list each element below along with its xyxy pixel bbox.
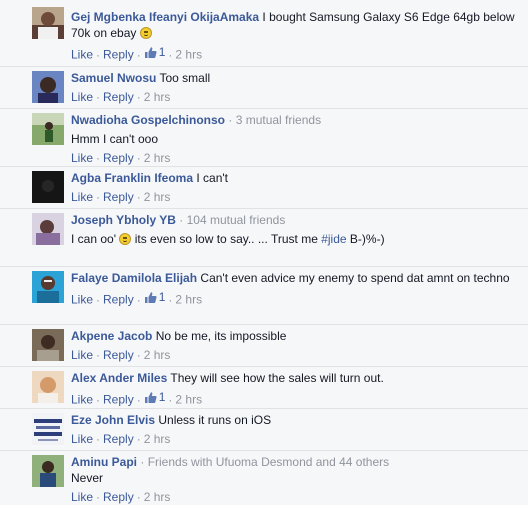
comment-actions: Like · Reply · 2 hrs (71, 432, 171, 446)
comment-actions: Like · Reply · 1 · 2 hrs (71, 289, 203, 307)
avatar[interactable] (32, 413, 64, 445)
reply-link[interactable]: Reply (103, 90, 134, 104)
reply-link[interactable]: Reply (103, 48, 134, 62)
smiley-emoji-icon (119, 233, 132, 245)
reply-link[interactable]: Reply (103, 348, 134, 362)
avatar[interactable] (32, 213, 64, 245)
comment-author[interactable]: Samuel Nwosu (71, 71, 156, 85)
comment-item: Akpene Jacob No be me, its impossible Li… (0, 324, 528, 366)
comment-author[interactable]: Falaye Damilola Elijah (71, 271, 197, 285)
like-link[interactable]: Like (71, 490, 93, 504)
comment-text-continued: its even so low to say.. ... Trust me (134, 232, 318, 246)
comment-author[interactable]: Eze John Elvis (71, 413, 155, 427)
comment-item: Eze John Elvis Unless it runs on iOS Lik… (0, 408, 528, 450)
reply-link[interactable]: Reply (103, 190, 134, 204)
like-count[interactable]: 1 (144, 44, 165, 60)
comment-author[interactable]: Nwadioha Gospelchinonso (71, 113, 225, 127)
reply-link[interactable]: Reply (103, 432, 134, 446)
comment-item: Joseph Ybholy YB · 104 mutual friends I … (0, 208, 528, 266)
comment-item: Samuel Nwosu Too small Like · Reply · 2 hrs (0, 66, 528, 108)
comment-text: Never (71, 471, 104, 485)
thumbs-up-icon (144, 391, 157, 403)
mutual-friends[interactable]: · 104 mutual friends (179, 213, 285, 227)
timestamp[interactable]: 2 hrs (144, 151, 171, 165)
hashtag-link[interactable]: #jide (321, 232, 346, 246)
avatar[interactable] (32, 113, 64, 145)
comment-actions: Like · Reply · 2 hrs (71, 190, 171, 204)
comment-author[interactable]: Joseph Ybholy YB (71, 213, 176, 227)
comment-text: Unless it runs on iOS (158, 413, 272, 427)
comment-actions: Like · Reply · 1 · 2 hrs (71, 389, 203, 407)
comment-text: Hmm I can't ooo (71, 132, 158, 146)
like-link[interactable]: Like (71, 348, 93, 362)
comment-author[interactable]: Agba Franklin Ifeoma (71, 171, 193, 185)
avatar[interactable] (32, 71, 64, 103)
thumbs-up-icon (144, 46, 157, 58)
comment-item: Aminu Papi · Friends with Ufuoma Desmond… (0, 450, 528, 505)
like-count[interactable]: 1 (144, 389, 165, 405)
comment-text: I can oo' (71, 232, 116, 246)
comment-text: No be me, its impossible (155, 329, 287, 343)
like-link[interactable]: Like (71, 293, 93, 307)
comment-item: Alex Ander Miles They will see how the s… (0, 366, 528, 408)
avatar[interactable] (32, 329, 64, 361)
comment-text: Can't even advice my enemy to spend dat … (200, 271, 510, 285)
comment-item: Falaye Damilola Elijah Can't even advice… (0, 266, 528, 324)
mutual-friends[interactable]: · 3 mutual friends (228, 113, 321, 127)
mutual-friends[interactable]: · Friends with Ufuoma Desmond and 44 oth… (140, 455, 389, 469)
comment-actions: Like · Reply · 2 hrs (71, 490, 171, 504)
like-link[interactable]: Like (71, 393, 93, 407)
comment-item: Nwadioha Gospelchinonso · 3 mutual frien… (0, 108, 528, 166)
comment-text-end: B-)%-) (349, 232, 385, 246)
comment-text: I can't (196, 171, 229, 185)
like-link[interactable]: Like (71, 90, 93, 104)
timestamp[interactable]: 2 hrs (175, 48, 202, 62)
comment-actions: Like · Reply · 1 · 2 hrs (71, 44, 203, 62)
comment-text: They will see how the sales will turn ou… (170, 371, 384, 385)
comment-text: Too small (159, 71, 211, 85)
avatar[interactable] (32, 371, 64, 403)
comment-author[interactable]: Alex Ander Miles (71, 371, 167, 385)
comment-author[interactable]: Aminu Papi (71, 455, 137, 469)
comment-author[interactable]: Akpene Jacob (71, 329, 152, 343)
thumbs-up-icon (144, 291, 157, 303)
avatar[interactable] (32, 171, 64, 203)
timestamp[interactable]: 2 hrs (144, 432, 171, 446)
timestamp[interactable]: 2 hrs (144, 90, 171, 104)
comment-author[interactable]: Gej Mgbenka Ifeanyi OkijaAmaka (71, 10, 259, 24)
timestamp[interactable]: 2 hrs (175, 293, 202, 307)
reply-link[interactable]: Reply (103, 490, 134, 504)
reply-link[interactable]: Reply (103, 293, 134, 307)
reply-link[interactable]: Reply (103, 393, 134, 407)
smiley-emoji-icon (139, 27, 152, 39)
comment-item: Gej Mgbenka Ifeanyi OkijaAmaka I bought … (0, 0, 528, 66)
comment-item: Agba Franklin Ifeoma I can't Like · Reply ·… (0, 166, 528, 208)
avatar[interactable] (32, 455, 64, 487)
timestamp[interactable]: 2 hrs (144, 190, 171, 204)
avatar[interactable] (32, 7, 64, 39)
timestamp[interactable]: 2 hrs (144, 490, 171, 504)
comment-actions: Like · Reply · 2 hrs (71, 348, 171, 362)
avatar[interactable] (32, 271, 64, 303)
like-link[interactable]: Like (71, 432, 93, 446)
timestamp[interactable]: 2 hrs (175, 393, 202, 407)
like-link[interactable]: Like (71, 151, 93, 165)
like-link[interactable]: Like (71, 190, 93, 204)
like-count[interactable]: 1 (144, 289, 165, 305)
reply-link[interactable]: Reply (103, 151, 134, 165)
timestamp[interactable]: 2 hrs (144, 348, 171, 362)
comment-actions: Like · Reply · 2 hrs (71, 90, 171, 104)
like-link[interactable]: Like (71, 48, 93, 62)
comment-actions: Like · Reply · 2 hrs (71, 151, 171, 165)
